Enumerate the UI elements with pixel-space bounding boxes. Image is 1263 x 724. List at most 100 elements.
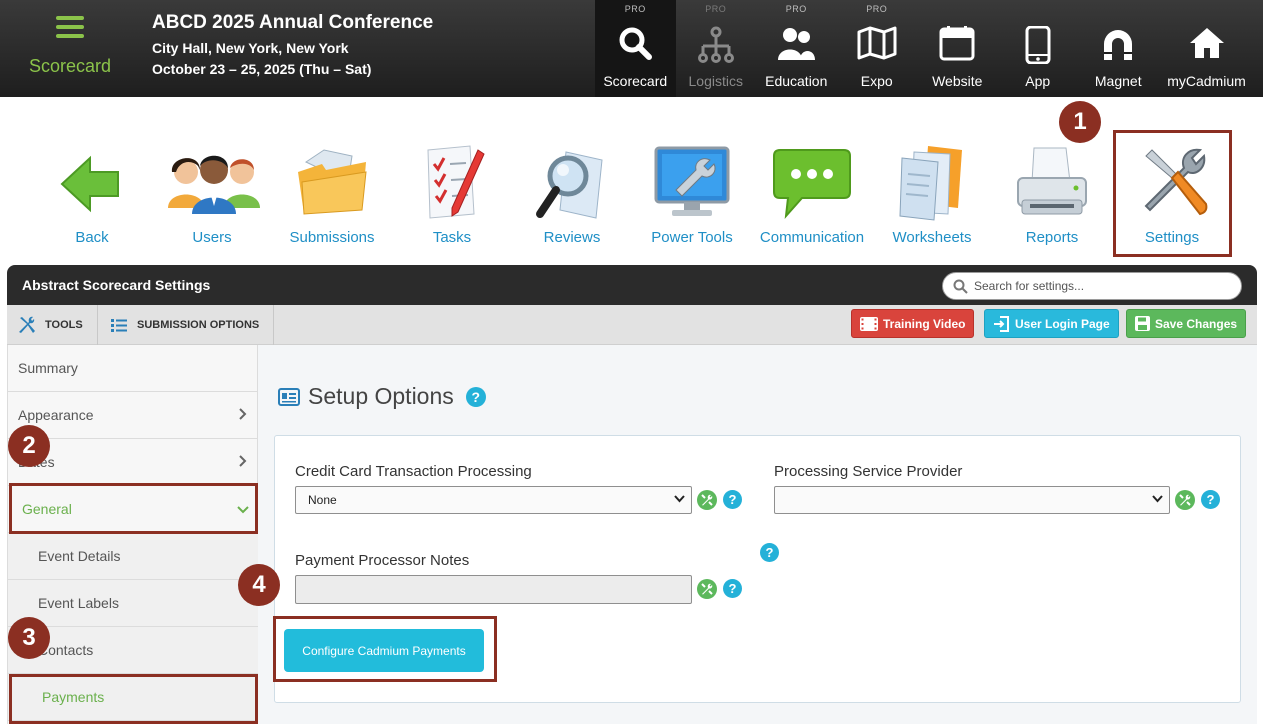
help-icon[interactable]: ? [723, 490, 742, 509]
panel-title: Abstract Scorecard Settings [22, 277, 211, 293]
settings-highlight [1113, 130, 1232, 257]
magnet-icon [1104, 30, 1133, 60]
sidebar-item-label: Appearance [18, 407, 94, 423]
toolbar-worksheets[interactable]: Worksheets [872, 140, 992, 250]
toolbar-reviews[interactable]: Reviews [512, 140, 632, 250]
magnifier-icon [536, 151, 603, 219]
toolbar-reports[interactable]: Reports [992, 140, 1112, 250]
settings-sidebar: Summary Appearance Dates General Event D… [7, 345, 259, 724]
browser-icon [939, 26, 975, 61]
users-icon [168, 155, 260, 214]
save-changes-button[interactable]: Save Changes [1126, 309, 1247, 338]
tab-tools-label: TOOLS [45, 319, 83, 331]
sidebar-item-summary[interactable]: Summary [8, 345, 259, 392]
nav-label: Website [932, 73, 983, 89]
wrench-icon[interactable] [697, 490, 717, 510]
power-tools-icon [654, 146, 730, 216]
panel-header: Abstract Scorecard Settings [7, 265, 1257, 305]
hamburger-icon[interactable] [56, 16, 84, 38]
toolbar-tasks[interactable]: Tasks [392, 140, 512, 250]
search-icon [619, 27, 653, 60]
id-card-icon [278, 387, 300, 406]
processor-notes-label: Payment Processor Notes [295, 552, 470, 569]
home-icon [1189, 28, 1224, 58]
sidebar-item-label: Summary [18, 360, 78, 376]
toolbar-label: Worksheets [892, 229, 972, 246]
help-icon[interactable]: ? [1201, 490, 1220, 509]
pro-label: PRO [705, 4, 727, 14]
user-login-page-button[interactable]: User Login Page [984, 309, 1119, 338]
back-arrow-icon [60, 155, 119, 213]
settings-search[interactable] [942, 272, 1242, 300]
chevron-right-icon [239, 408, 247, 420]
toolbar-back[interactable]: Back [32, 140, 152, 250]
nav-expo[interactable]: PRO Expo [837, 0, 918, 97]
save-changes-label: Save Changes [1155, 316, 1238, 331]
pro-label: PRO [785, 4, 807, 14]
nav-label: myCadmium [1167, 73, 1246, 89]
toolbar-label: Communication [759, 229, 865, 246]
login-icon [994, 315, 1009, 332]
people-icon [778, 28, 816, 60]
tab-tools[interactable]: TOOLS [7, 305, 98, 345]
nav-app[interactable]: App [998, 0, 1079, 97]
cc-processing-value: None [308, 493, 337, 507]
nav-magnet[interactable]: Magnet [1078, 0, 1159, 97]
service-provider-select[interactable] [774, 486, 1170, 514]
sidebar-item-label: Event Details [38, 548, 121, 564]
tab-submission-options[interactable]: SUBMISSION OPTIONS [98, 305, 274, 345]
wrench-icon[interactable] [697, 579, 717, 599]
setup-options-heading: Setup Options ? [278, 383, 486, 410]
sidebar-item-event-labels[interactable]: Event Labels [8, 580, 259, 627]
toolbar-label: Power Tools [651, 229, 733, 246]
nav-education[interactable]: PRO Education [756, 0, 837, 97]
folder-icon [298, 149, 367, 215]
nav-label: Expo [860, 73, 893, 89]
toolbar-label: Back [75, 229, 109, 246]
nav-website[interactable]: Website [917, 0, 998, 97]
general-highlight [9, 483, 258, 534]
list-icon [111, 318, 127, 332]
nav-logistics[interactable]: PRO Logistics [676, 0, 757, 97]
processor-notes-field[interactable] [295, 575, 692, 604]
search-input[interactable] [974, 279, 1224, 293]
sidebar-item-label: Event Labels [38, 595, 119, 611]
conference-dates: October 23 – 25, 2025 (Thu – Sat) [152, 61, 372, 77]
map-icon [857, 26, 897, 60]
toolbar-label: Tasks [432, 229, 472, 246]
save-icon [1135, 316, 1150, 331]
brand-label: Scorecard [28, 56, 112, 76]
org-chart-icon [697, 26, 734, 63]
top-nav: PRO Scorecard PRO Logistics PRO Educatio… [595, 0, 1255, 97]
scorecard-menu[interactable]: Scorecard [0, 0, 140, 97]
training-video-label: Training Video [883, 316, 966, 331]
toolbar-label: Users [192, 229, 232, 246]
sidebar-item-appearance[interactable]: Appearance [8, 392, 259, 439]
nav-label: Education [765, 73, 828, 89]
search-icon [953, 279, 968, 294]
conference-title: ABCD 2025 Annual Conference [152, 12, 434, 33]
top-header: Scorecard ABCD 2025 Annual Conference Ci… [0, 0, 1263, 97]
wrench-icon[interactable] [1175, 490, 1195, 510]
cc-processing-select[interactable]: None [295, 486, 692, 514]
chevron-right-icon [239, 455, 247, 467]
sidebar-item-event-details[interactable]: Event Details [8, 533, 259, 580]
toolbar-power-tools[interactable]: Power Tools [632, 140, 752, 250]
chat-bubble-icon [773, 149, 851, 220]
help-icon[interactable]: ? [760, 543, 779, 562]
help-icon[interactable]: ? [723, 579, 742, 598]
tab-submission-options-label: SUBMISSION OPTIONS [137, 319, 260, 331]
nav-label: Scorecard [603, 73, 668, 89]
step-badge-4: 4 [238, 564, 280, 606]
toolbar-users[interactable]: Users [152, 140, 272, 250]
nav-scorecard[interactable]: PRO Scorecard [595, 0, 676, 97]
help-icon[interactable]: ? [465, 386, 486, 407]
pro-label: PRO [866, 4, 888, 14]
toolbar-communication[interactable]: Communication [752, 140, 872, 250]
service-provider-label: Processing Service Provider [774, 463, 963, 480]
configure-highlight [273, 616, 497, 682]
toolbar-submissions[interactable]: Submissions [272, 140, 392, 250]
training-video-button[interactable]: Training Video [851, 309, 975, 338]
nav-mycadmium[interactable]: myCadmium [1159, 0, 1255, 97]
step-badge-1: 1 [1059, 101, 1101, 143]
